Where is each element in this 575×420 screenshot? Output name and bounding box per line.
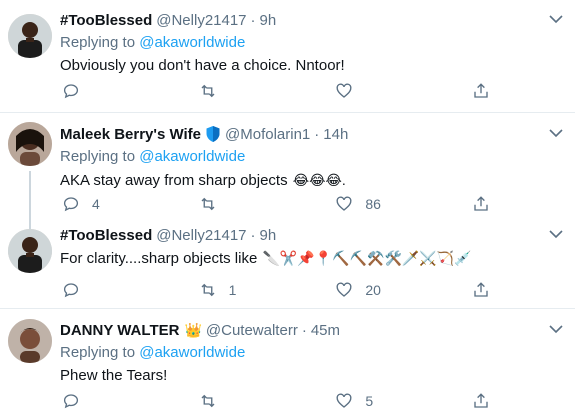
tweet-text-content: AKA stay away from sharp objects — [60, 172, 292, 189]
user-handle[interactable]: @Mofolarin1 — [225, 126, 310, 143]
display-name[interactable]: #TooBlessed — [60, 12, 152, 29]
like-icon — [336, 83, 352, 98]
like-count: 20 — [365, 282, 381, 298]
tweet[interactable]: Maleek Berry's Wife @Mofolarin1 · 14h Re… — [0, 113, 575, 237]
reply-count: 4 — [92, 196, 100, 212]
share-button[interactable] — [472, 281, 492, 299]
caret-down-icon[interactable] — [547, 227, 565, 241]
like-button[interactable]: 5 — [335, 392, 415, 410]
like-icon — [336, 393, 352, 408]
share-button[interactable] — [472, 82, 492, 100]
display-name[interactable]: #TooBlessed — [60, 227, 152, 244]
tweet-emoji: 🔪✂️📌📍⛏️⛏️⚒️🛠️🗡️⚔️🏹💉 — [262, 250, 472, 266]
reply-button[interactable]: 4 — [62, 195, 142, 213]
share-button[interactable] — [472, 195, 492, 213]
replying-to-link[interactable]: @akaworldwide — [139, 148, 245, 165]
share-icon — [474, 83, 488, 98]
display-name[interactable]: DANNY WALTER — [60, 322, 179, 339]
retweet-icon — [201, 283, 215, 297]
share-icon — [474, 393, 488, 408]
like-icon — [336, 196, 352, 211]
separator: · — [314, 125, 320, 143]
retweet-count: 1 — [228, 282, 237, 298]
replying-prefix: Replying to — [60, 344, 140, 361]
replying-prefix: Replying to — [60, 148, 140, 165]
tweet-header: #TooBlessed @Nelly21417 · 9h — [60, 225, 565, 245]
user-handle[interactable]: @Nelly21417 — [156, 227, 246, 244]
separator: · — [301, 321, 307, 339]
retweet-icon — [201, 197, 215, 211]
reply-icon — [63, 197, 79, 212]
share-button[interactable] — [472, 392, 492, 410]
like-button[interactable]: 20 — [335, 281, 415, 299]
verified-shield-icon — [205, 125, 221, 143]
replying-prefix: Replying to — [60, 34, 140, 51]
reply-button[interactable] — [62, 281, 142, 299]
caret-down-icon[interactable] — [547, 322, 565, 336]
reply-button[interactable] — [62, 392, 142, 410]
avatar[interactable] — [8, 14, 52, 58]
reply-icon — [63, 84, 79, 99]
retweet-button[interactable] — [199, 392, 279, 410]
tweet-text: For clarity....sharp objects like 🔪✂️📌📍⛏… — [60, 248, 565, 269]
tweet[interactable]: DANNY WALTER 👑 @Cutewalterr · 45m Replyi… — [0, 309, 575, 420]
tweet-text: Obviously you don't have a choice. Nntoo… — [60, 57, 345, 74]
like-count: 86 — [365, 196, 381, 212]
like-button[interactable]: 86 — [335, 195, 415, 213]
tweet-header: Maleek Berry's Wife @Mofolarin1 · 14h — [60, 124, 565, 144]
avatar[interactable] — [8, 122, 52, 166]
replying-to-link[interactable]: @akaworldwide — [139, 34, 245, 51]
tweet-feed: #TooBlessed @Nelly21417 · 9h Replying to… — [0, 0, 575, 420]
like-button[interactable] — [335, 82, 415, 100]
timestamp[interactable]: 14h — [323, 126, 348, 143]
tweet-actions: 4 86 — [62, 195, 492, 213]
like-icon — [336, 282, 352, 297]
replying-to: Replying to @akaworldwide — [60, 147, 565, 167]
retweet-icon — [201, 394, 215, 408]
tweet[interactable]: #TooBlessed @Nelly21417 · 9h For clarity… — [0, 222, 575, 309]
timestamp[interactable]: 9h — [260, 227, 277, 244]
replying-to: Replying to @akaworldwide — [60, 343, 565, 363]
retweet-button[interactable]: 1 — [199, 281, 279, 299]
share-icon — [474, 282, 488, 297]
tweet-header: DANNY WALTER 👑 @Cutewalterr · 45m — [60, 320, 565, 340]
user-handle[interactable]: @Cutewalterr — [206, 322, 298, 339]
tweet-header: #TooBlessed @Nelly21417 · 9h — [60, 10, 565, 30]
caret-down-icon[interactable] — [547, 126, 565, 140]
replying-to: Replying to @akaworldwide — [60, 33, 565, 53]
avatar[interactable] — [8, 229, 52, 273]
tweet-text-content: For clarity....sharp objects like — [60, 250, 262, 267]
avatar[interactable] — [8, 319, 52, 363]
tweet-actions: 5 — [62, 392, 492, 410]
replying-to-link[interactable]: @akaworldwide — [139, 344, 245, 361]
separator: · — [250, 226, 256, 244]
reply-icon — [63, 394, 79, 409]
timestamp[interactable]: 45m — [311, 322, 340, 339]
separator: · — [250, 11, 256, 29]
timestamp[interactable]: 9h — [260, 12, 277, 29]
caret-down-icon[interactable] — [547, 12, 565, 26]
user-handle[interactable]: @Nelly21417 — [156, 12, 246, 29]
tweet-text: AKA stay away from sharp objects 😂😂😂. — [60, 170, 565, 191]
tweet-actions — [62, 82, 492, 100]
retweet-icon — [201, 84, 215, 98]
tweet-text: Phew the Tears! — [60, 367, 168, 384]
share-icon — [474, 196, 488, 211]
reply-button[interactable] — [62, 82, 142, 100]
tweet-actions: 1 20 — [62, 281, 492, 299]
display-name[interactable]: Maleek Berry's Wife — [60, 126, 201, 143]
crown-icon: 👑 — [184, 321, 202, 338]
like-count: 5 — [365, 393, 374, 409]
retweet-button[interactable] — [199, 195, 279, 213]
tweet-emoji: 😂😂😂. — [292, 172, 346, 188]
retweet-button[interactable] — [199, 82, 279, 100]
reply-icon — [63, 283, 79, 298]
tweet[interactable]: #TooBlessed @Nelly21417 · 9h Replying to… — [0, 0, 575, 113]
